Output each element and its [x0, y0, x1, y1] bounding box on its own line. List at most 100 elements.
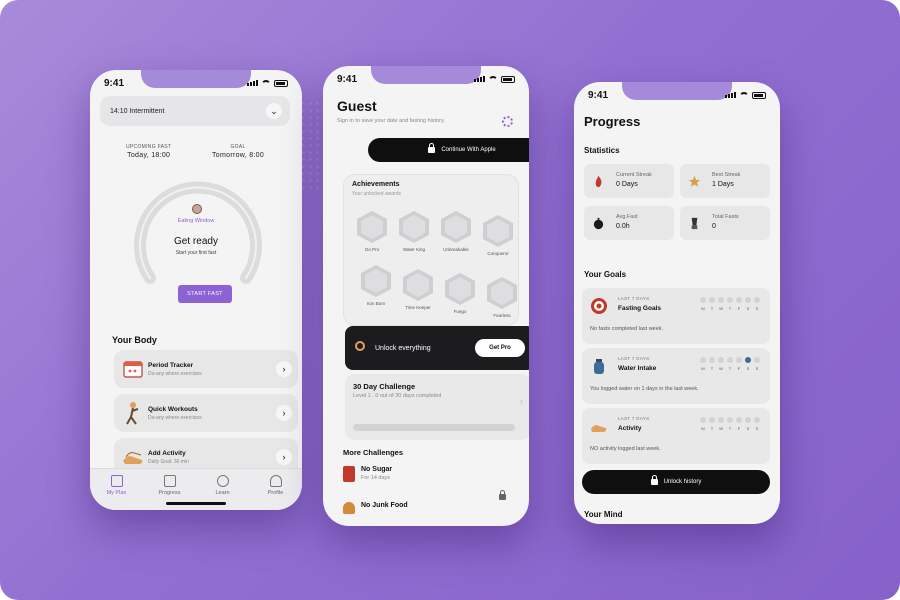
- gear-icon[interactable]: [502, 116, 513, 127]
- badge-label: Unbreakable: [443, 247, 469, 252]
- badge-fearless[interactable]: Fearless: [480, 277, 524, 318]
- challenge-title: 30 Day Challenge: [353, 382, 416, 391]
- continue-with-apple-button[interactable]: Continue With Apple: [368, 138, 529, 162]
- stat-label: Total Fasts: [712, 214, 739, 220]
- goal-period-label: LAST 7 DAYS: [618, 416, 650, 421]
- badge-hex-icon: [403, 269, 433, 301]
- badge-go-pro[interactable]: Go Pro: [350, 211, 394, 252]
- badge-label: Iron Born: [366, 301, 386, 306]
- week-tracker: MTWTFSS: [700, 357, 760, 371]
- challenge-card[interactable]: 30 Day Challenge Level 1 . 0 out of 30 d…: [345, 374, 529, 440]
- badge-label: Conqueror: [487, 251, 509, 256]
- stat-value: 0.0h: [616, 223, 630, 230]
- week-tracker: MTWTFSS: [700, 297, 760, 311]
- badge-water-king[interactable]: Water King: [392, 211, 436, 252]
- battery-icon: [752, 91, 766, 99]
- soda-can-icon: [343, 466, 355, 482]
- stat-value: 1 Days: [712, 181, 734, 188]
- challenge-item-title: No Junk Food: [361, 502, 408, 509]
- goal-name: Water Intake: [618, 365, 657, 372]
- statistics-title: Statistics: [584, 146, 620, 155]
- sneaker-icon: [591, 425, 607, 432]
- battery-icon: [501, 75, 515, 83]
- badge-conqueror[interactable]: Conqueror: [476, 215, 520, 256]
- badge-unbreakable[interactable]: Unbreakable: [434, 211, 478, 252]
- challenge-no-junk-food[interactable]: No Junk Food: [343, 502, 408, 514]
- promo-canvas: 9:41 14:10 Intermittent ⌄ UPCOMING FAST …: [0, 0, 900, 600]
- card-quick-workouts[interactable]: Quick Workouts Do-any where exercises ›: [114, 394, 298, 432]
- phone-my-plan: 9:41 14:10 Intermittent ⌄ UPCOMING FAST …: [90, 70, 302, 510]
- status-time: 9:41: [337, 73, 358, 85]
- page-title: Guest: [337, 98, 377, 114]
- goal-period-label: LAST 7 DAYS: [618, 296, 650, 301]
- plan-selector[interactable]: 14:10 Intermittent ⌄: [100, 96, 290, 126]
- tab-label: My Plan: [106, 490, 127, 496]
- battery-icon: [274, 79, 288, 87]
- upcoming-fast: UPCOMING FAST Today, 18:00: [126, 144, 171, 159]
- upcoming-fast-value: Today, 18:00: [127, 152, 171, 159]
- challenge-subtitle: Level 1 . 0 out of 30 days completed: [353, 393, 442, 399]
- calendar-icon: [123, 361, 143, 378]
- stat-label: Current Streak: [616, 172, 652, 178]
- badge-label: Fearless: [493, 313, 511, 318]
- badge-iron-born[interactable]: Iron Born: [354, 265, 398, 306]
- badge-time-keeper[interactable]: Time Keeper: [396, 269, 440, 310]
- card-period-tracker[interactable]: Period Tracker Do-any where exercises ›: [114, 350, 298, 388]
- unlock-everything-banner[interactable]: Unlock everything Get Pro: [345, 326, 529, 370]
- goal-period-label: LAST 7 DAYS: [618, 356, 650, 361]
- stat-label: Best Streak: [712, 172, 741, 178]
- tab-profile[interactable]: Profile: [258, 475, 294, 510]
- sneaker-icon: [123, 451, 143, 464]
- card-subtitle: Daily Goal: 30 min: [148, 458, 189, 465]
- status-bar: 9:41: [588, 88, 766, 102]
- more-challenges-title: More Challenges: [343, 448, 404, 457]
- wifi-icon: [739, 91, 749, 99]
- goal-info: GOAL Tomorrow, 8:00: [212, 144, 264, 159]
- tab-label: Learn: [215, 490, 230, 496]
- lock-icon: [650, 475, 658, 485]
- status-bar: 9:41: [104, 76, 288, 90]
- unlock-label: Unlock everything: [375, 344, 431, 352]
- goal-message: NO activity logged last week.: [590, 446, 661, 452]
- tab-label: Progress: [158, 490, 181, 496]
- your-body-title: Your Body: [112, 335, 157, 345]
- badge-hex-icon: [361, 265, 391, 297]
- stat-total-fasts: Total Fasts 0: [680, 206, 770, 240]
- badge-hex-icon: [441, 211, 471, 243]
- plan-selector-label: 14:10 Intermittent: [110, 107, 165, 115]
- goal-label: GOAL: [230, 144, 246, 150]
- stat-best-streak: Best Streak 1 Days: [680, 164, 770, 198]
- tab-my-plan[interactable]: My Plan: [99, 475, 135, 510]
- apple-button-label: Continue With Apple: [441, 147, 496, 153]
- target-icon: [591, 298, 607, 314]
- goal-name: Activity: [618, 425, 642, 432]
- goal-message: You logged water on 1 days in the last w…: [590, 386, 699, 392]
- goal-activity[interactable]: LAST 7 DAYS Activity MTWTFSS NO activity…: [582, 408, 770, 464]
- blender-icon: [691, 217, 698, 230]
- status-icons: [474, 75, 515, 83]
- get-pro-button[interactable]: Get Pro: [475, 339, 525, 357]
- water-bottle-icon: [594, 359, 604, 374]
- unlock-history-button[interactable]: Unlock history: [582, 470, 770, 494]
- stat-label: Avg.Fast: [616, 214, 638, 220]
- goal-message: No fasts completed last week.: [590, 326, 664, 332]
- start-fast-button[interactable]: START FAST: [178, 285, 232, 303]
- achievements-card: Achievements Your unlocked awards Go Pro…: [343, 174, 519, 326]
- status-bar: 9:41: [337, 72, 515, 86]
- badge-fuego[interactable]: Fuego: [438, 273, 482, 314]
- clipboard-icon: [110, 475, 123, 487]
- challenge-item-subtitle: For 14 days: [361, 475, 391, 481]
- badge-hex-icon: [483, 215, 513, 247]
- status-time: 9:41: [104, 77, 125, 89]
- status-icons: [725, 91, 766, 99]
- goal-fasting[interactable]: LAST 7 DAYS Fasting Goals MTWTFSS No fas…: [582, 288, 770, 344]
- upcoming-fast-label: UPCOMING FAST: [126, 144, 172, 150]
- user-icon: [269, 475, 282, 487]
- goal-water-intake[interactable]: LAST 7 DAYS Water Intake MTWTFSS You log…: [582, 348, 770, 404]
- fasting-ring: [134, 181, 262, 284]
- challenge-no-sugar[interactable]: No Sugar For 14 days: [343, 466, 392, 482]
- eating-window-label: Eating Window: [177, 218, 215, 224]
- card-subtitle: Do-any where exercises: [148, 414, 202, 421]
- workout-figure-icon: [126, 402, 139, 425]
- stopwatch-icon: [593, 217, 604, 230]
